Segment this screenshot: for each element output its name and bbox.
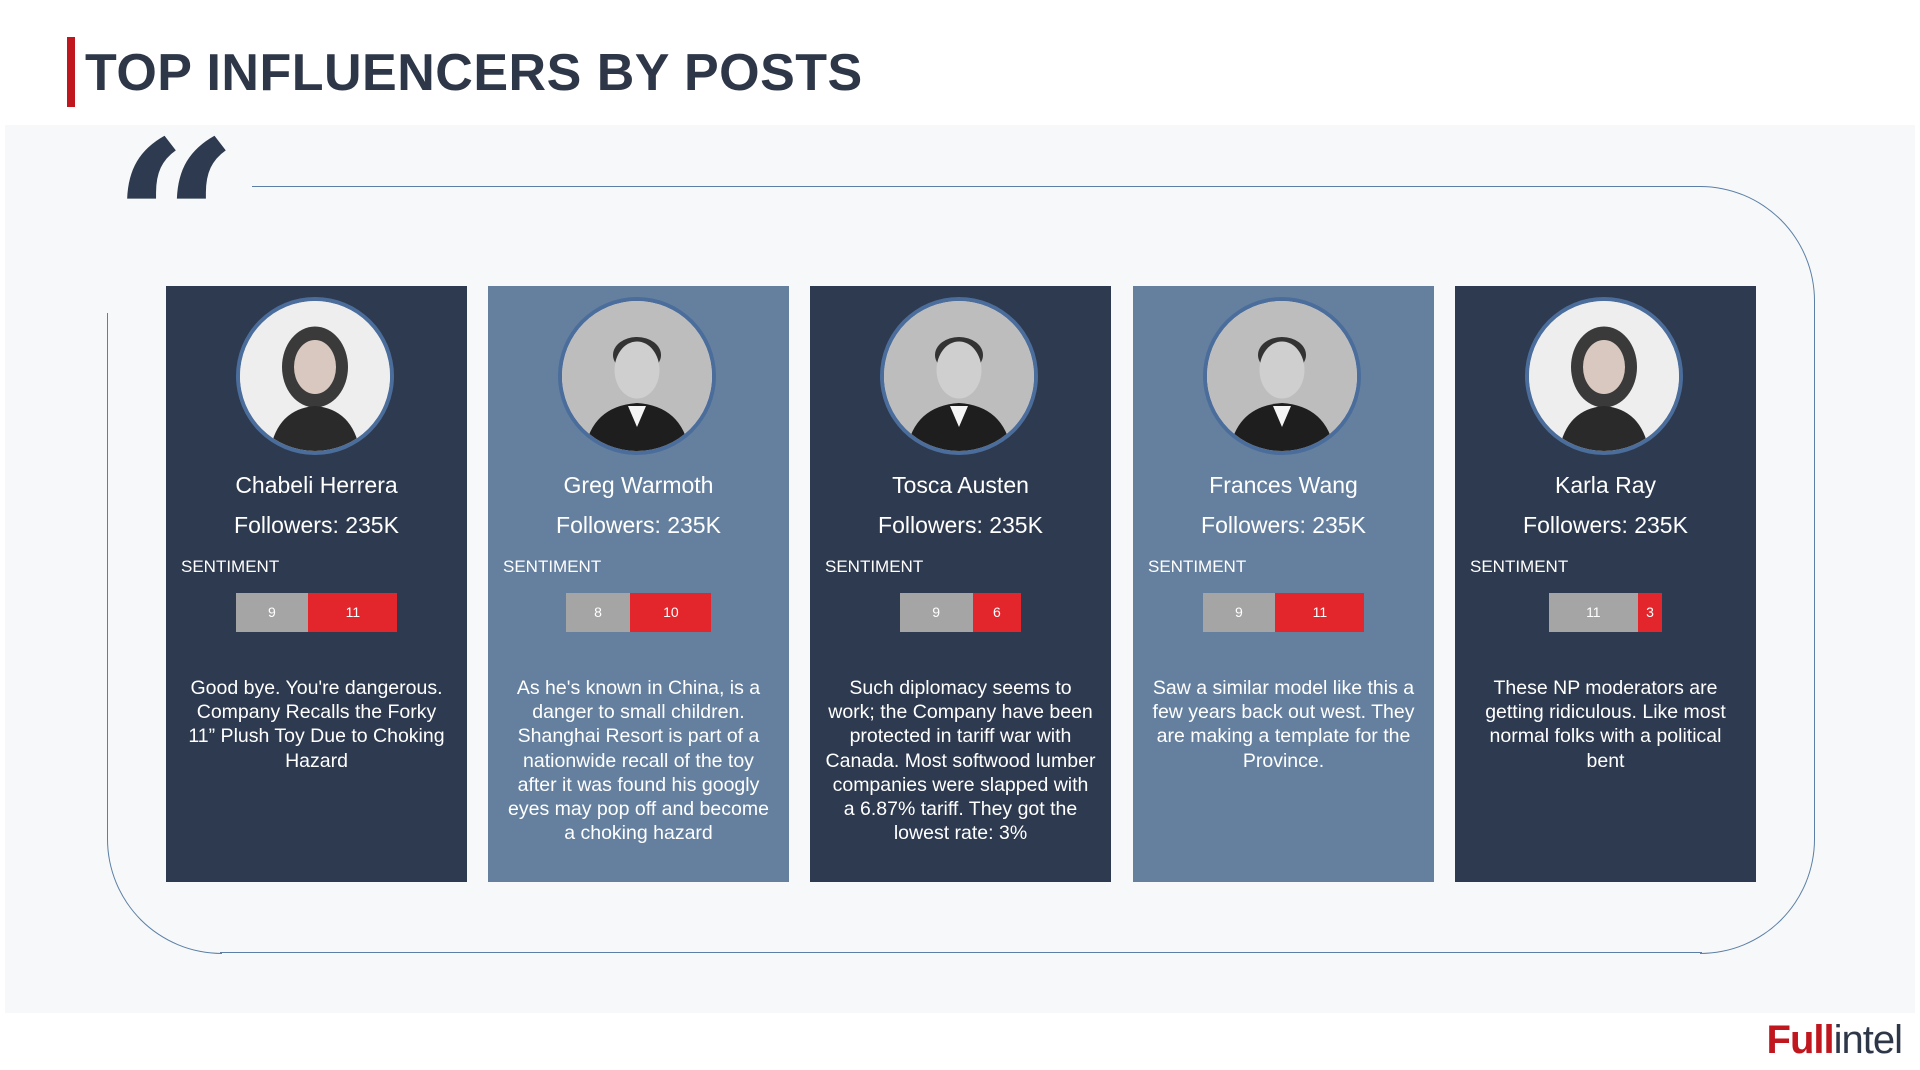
title-accent-bar [67,37,75,107]
sentiment-segment-gray: 9 [235,593,309,632]
influencer-card: Karla Ray Followers: 235K SENTIMENT 11 3 Thes… [1455,286,1756,882]
influencer-card: Chabeli Herrera Followers: 235K SENTIMENT 9… [166,286,467,882]
followers-count: Followers: 235K [878,512,1043,538]
sentiment-segment-red: 10 [630,593,712,632]
sentiment-segment-gray: 8 [565,593,631,632]
influencer-name: Tosca Austen [892,472,1029,498]
sentiment-label: SENTIMENT [181,557,280,576]
influencer-quote: Good bye. You're dangerous. Company Reca… [188,677,445,772]
woman-portrait-icon [240,301,390,451]
influencer-quote: Such diplomacy seems to work; the Compan… [825,677,1096,845]
sentiment-segment-red: 6 [972,593,1022,632]
followers-count: Followers: 235K [1201,512,1366,538]
sentiment-segment-red: 3 [1637,593,1663,632]
influencer-card: Frances Wang Followers: 235K SENTIMENT 9 11 S… [1133,286,1434,882]
followers-count: Followers: 235K [556,512,721,538]
influencer-quote: Saw a similar model like this a few year… [1152,677,1415,772]
sentiment-segment-red: 11 [1275,593,1365,632]
woman-portrait-icon [1529,301,1679,451]
sentiment-segment-gray: 9 [899,593,973,632]
influencer-name: Frances Wang [1209,472,1358,498]
influencer-card: Tosca Austen Followers: 235K SENTIMENT 9 6 Su… [810,286,1111,882]
frame-line-top [252,186,1702,187]
influencer-name: Karla Ray [1555,472,1656,498]
man-portrait-icon [562,301,712,451]
sentiment-bar: 9 11 [235,593,398,632]
followers-count: Followers: 235K [234,512,399,538]
fullintel-logo: Fullintel [1766,1018,1903,1062]
sentiment-bar: 11 3 [1548,593,1663,632]
sentiment-label: SENTIMENT [503,557,602,576]
sentiment-segment-gray: 9 [1202,593,1276,632]
influencer-quote: These NP moderators are getting ridiculo… [1485,677,1726,772]
sentiment-label: SENTIMENT [825,557,924,576]
frame-line-bottom [220,952,1702,953]
influencer-quote: As he's known in China, is a danger to s… [508,677,769,845]
sentiment-bar: 8 10 [565,593,712,632]
followers-count: Followers: 235K [1523,512,1688,538]
sentiment-label: SENTIMENT [1470,557,1569,576]
sentiment-segment-gray: 11 [1548,593,1638,632]
sentiment-label: SENTIMENT [1148,557,1247,576]
sentiment-bar: 9 11 [1202,593,1365,632]
influencer-name: Chabeli Herrera [235,472,398,498]
sentiment-segment-red: 11 [308,593,398,632]
sentiment-bar: 96 [899,593,1022,632]
influencer-card: Greg Warmoth Followers: 235K SENTIMENT 8 10 A… [488,286,789,882]
influencer-name: Greg Warmoth [563,472,714,498]
man-portrait-icon [1207,301,1357,451]
man-portrait-icon [884,301,1034,451]
